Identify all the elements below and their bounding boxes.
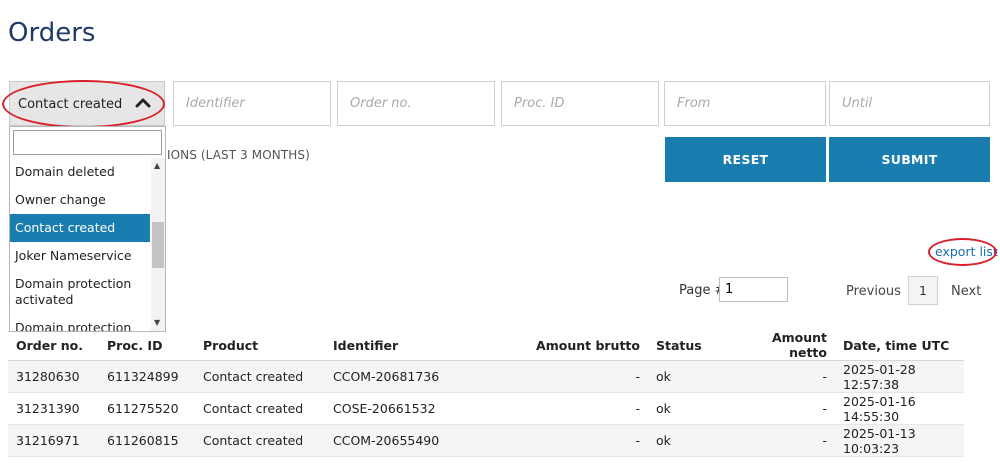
orders-table: Order no. Proc. ID Product Identifier Am…	[8, 330, 964, 457]
proc-id-input[interactable]	[501, 81, 659, 126]
cell-identifier: COSE-20661532	[325, 392, 460, 425]
order-no-input[interactable]	[337, 81, 495, 126]
col-header-order-no[interactable]: Order no.	[8, 330, 99, 361]
dropdown-search-input[interactable]	[13, 130, 162, 155]
cell-identifier: CCOM-20655490	[325, 424, 460, 457]
scrollbar-thumb[interactable]	[152, 222, 164, 268]
cell-amount-brutto: -	[460, 392, 648, 425]
dropdown-option[interactable]: Joker Nameservice	[10, 242, 150, 270]
current-page-button[interactable]: 1	[908, 276, 938, 305]
cell-product: Contact created	[195, 392, 325, 425]
table-row[interactable]: 31280630 611324899 Contact created CCOM-…	[8, 360, 964, 393]
period-caption: IONS (LAST 3 MONTHS)	[167, 148, 310, 162]
col-header-product[interactable]: Product	[195, 330, 325, 361]
cell-status: ok	[648, 360, 742, 393]
identifier-input[interactable]	[173, 81, 331, 126]
cell-order-no: 31280630	[8, 360, 99, 393]
cell-product: Contact created	[195, 424, 325, 457]
cell-order-no: 31216971	[8, 424, 99, 457]
cell-status: ok	[648, 392, 742, 425]
table-row[interactable]: 31231390 611275520 Contact created COSE-…	[8, 392, 964, 425]
col-header-date[interactable]: Date, time UTC	[835, 330, 964, 361]
dropdown-option[interactable]: Domain protection activated	[10, 270, 150, 314]
page-title: Orders	[8, 18, 96, 49]
submit-button[interactable]: SUBMIT	[829, 137, 990, 182]
dropdown-list: Domain deleted Owner change Contact crea…	[10, 158, 150, 331]
chevron-up-icon	[135, 98, 151, 108]
dropdown-option[interactable]: Domain deleted	[10, 158, 150, 186]
dropdown-option[interactable]: Owner change	[10, 186, 150, 214]
table-header-row: Order no. Proc. ID Product Identifier Am…	[8, 330, 964, 361]
previous-page-button[interactable]: Previous	[846, 284, 901, 299]
cell-proc-id: 611324899	[99, 360, 195, 393]
col-header-proc-id[interactable]: Proc. ID	[99, 330, 195, 361]
cell-amount-netto: -	[742, 392, 835, 425]
cell-amount-brutto: -	[460, 360, 648, 393]
cell-product: Contact created	[195, 360, 325, 393]
cell-date: 2025-01-13 10:03:23	[835, 424, 964, 457]
page-number-input[interactable]	[719, 277, 788, 302]
table-row[interactable]: 31216971 611260815 Contact created CCOM-…	[8, 424, 964, 457]
cell-status: ok	[648, 424, 742, 457]
until-date-input[interactable]	[829, 81, 990, 126]
col-header-status[interactable]: Status	[648, 330, 742, 361]
cell-identifier: CCOM-20681736	[325, 360, 460, 393]
col-header-identifier[interactable]: Identifier	[325, 330, 460, 361]
order-type-select[interactable]: Contact created	[9, 81, 165, 126]
cell-date: 2025-01-28 12:57:38	[835, 360, 964, 393]
reset-button[interactable]: RESET	[665, 137, 826, 182]
next-page-button[interactable]: Next	[951, 284, 981, 299]
scroll-down-icon[interactable]: ▼	[154, 318, 160, 327]
dropdown-option-selected[interactable]: Contact created	[10, 214, 150, 242]
order-type-selected-label: Contact created	[18, 97, 123, 112]
cell-order-no: 31231390	[8, 392, 99, 425]
col-header-amount-netto[interactable]: Amount netto	[742, 330, 835, 361]
cell-amount-netto: -	[742, 424, 835, 457]
cell-date: 2025-01-16 14:55:30	[835, 392, 964, 425]
cell-proc-id: 611260815	[99, 424, 195, 457]
cell-amount-netto: -	[742, 360, 835, 393]
col-header-amount-brutto[interactable]: Amount brutto	[460, 330, 648, 361]
dropdown-scrollbar[interactable]: ▲ ▼	[151, 158, 165, 331]
export-list-link[interactable]: export list	[935, 244, 998, 259]
from-date-input[interactable]	[664, 81, 826, 126]
order-type-dropdown: Domain deleted Owner change Contact crea…	[9, 126, 166, 332]
scroll-up-icon[interactable]: ▲	[154, 161, 160, 170]
cell-proc-id: 611275520	[99, 392, 195, 425]
cell-amount-brutto: -	[460, 424, 648, 457]
